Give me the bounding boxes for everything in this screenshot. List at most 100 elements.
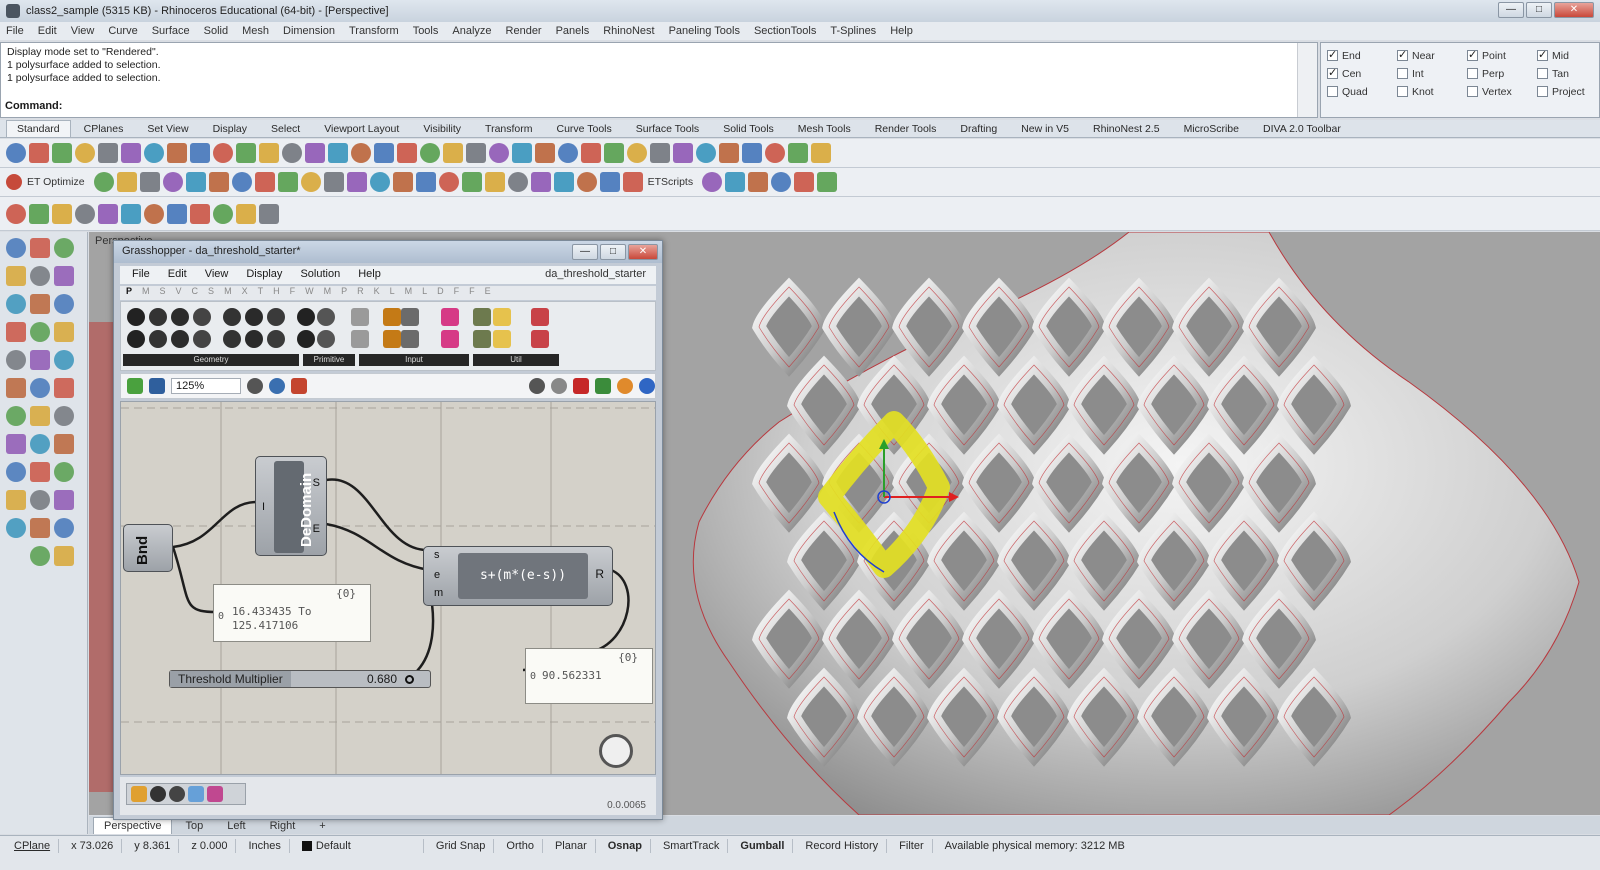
menu-analyze[interactable]: Analyze xyxy=(452,25,491,37)
left-tool-icon[interactable] xyxy=(54,238,74,258)
toolbar-tool-icon[interactable] xyxy=(29,203,49,224)
gh-dedomain-output-s[interactable]: S xyxy=(313,477,320,489)
gh-threshold-slider[interactable]: Threshold Multiplier 0.680 xyxy=(169,670,431,688)
gh-component-icon[interactable] xyxy=(297,330,315,348)
gh-category-tab[interactable]: E xyxy=(485,286,491,300)
status-cplane[interactable]: CPlane xyxy=(6,839,60,853)
toolbar-tool-icon[interactable] xyxy=(489,143,509,163)
gh-component-icon[interactable] xyxy=(149,330,167,348)
gh-category-tab[interactable]: H xyxy=(273,286,280,300)
left-tool-icon[interactable] xyxy=(6,462,26,482)
gh-bake-icon[interactable] xyxy=(595,378,611,394)
toolbar-tool-icon[interactable] xyxy=(420,143,440,163)
gh-component-icon[interactable] xyxy=(267,308,285,326)
status-filter[interactable]: Filter xyxy=(891,839,933,853)
gh-component-icon[interactable] xyxy=(317,330,335,348)
left-tool-icon[interactable] xyxy=(30,294,50,314)
left-tool-icon[interactable] xyxy=(54,490,74,510)
left-tool-icon[interactable] xyxy=(6,434,26,454)
status-record-history[interactable]: Record History xyxy=(797,839,888,853)
gh-category-tab[interactable]: D xyxy=(437,286,444,300)
menu-transform[interactable]: Transform xyxy=(349,25,399,37)
left-tool-icon[interactable] xyxy=(54,462,74,482)
menu-solid[interactable]: Solid xyxy=(204,25,228,37)
gh-widget-icon[interactable] xyxy=(207,786,223,802)
gh-expr-input-m[interactable]: m xyxy=(434,587,443,599)
osnap-int[interactable]: Int xyxy=(1397,65,1465,82)
toolbar-tool-icon[interactable] xyxy=(121,143,141,163)
gh-category-tab[interactable]: L xyxy=(390,286,395,300)
osnap-cen[interactable]: Cen xyxy=(1327,65,1395,82)
status-smarttrack[interactable]: SmartTrack xyxy=(655,839,729,853)
close-button[interactable]: ✕ xyxy=(1554,2,1594,18)
osnap-point[interactable]: Point xyxy=(1467,47,1535,64)
status-ortho[interactable]: Ortho xyxy=(498,839,543,853)
gh-panel-result[interactable]: {0} 0 90.562331 xyxy=(525,648,653,704)
tab-visibility[interactable]: Visibility xyxy=(412,120,472,137)
left-tool-icon[interactable] xyxy=(6,350,26,370)
gh-category-tab[interactable]: M xyxy=(405,286,413,300)
gh-menu-view[interactable]: View xyxy=(205,268,229,282)
gh-bnd-component[interactable]: Bnd xyxy=(123,524,173,572)
toolbar-tool-icon[interactable] xyxy=(811,143,831,163)
tab-mesh-tools[interactable]: Mesh Tools xyxy=(787,120,862,137)
left-tool-icon[interactable] xyxy=(54,322,74,342)
toolbar-tool-icon[interactable] xyxy=(558,143,578,163)
gh-component-icon[interactable] xyxy=(193,330,211,348)
gh-component-icon[interactable] xyxy=(223,308,241,326)
gh-widget-icon[interactable] xyxy=(169,786,185,802)
checkbox[interactable] xyxy=(1537,68,1548,79)
command-prompt[interactable]: Command: xyxy=(5,100,62,112)
minimize-button[interactable]: — xyxy=(1498,2,1524,18)
toolbar-tool-icon[interactable] xyxy=(162,172,183,192)
toolbar-tool-icon[interactable] xyxy=(794,172,815,192)
toolbar-tool-icon[interactable] xyxy=(259,143,279,163)
left-tool-icon[interactable] xyxy=(54,378,74,398)
toolbar-tool-icon[interactable] xyxy=(300,172,321,192)
gh-category-tab[interactable]: K xyxy=(374,286,380,300)
tab-microscribe[interactable]: MicroScribe xyxy=(1173,120,1250,137)
toolbar-tool-icon[interactable] xyxy=(208,172,229,192)
toolbar-tool-icon[interactable] xyxy=(512,143,532,163)
gh-component-icon[interactable] xyxy=(245,330,263,348)
gh-component-icon[interactable] xyxy=(171,308,189,326)
left-tool-icon[interactable] xyxy=(30,546,50,566)
left-tool-icon[interactable] xyxy=(6,322,26,342)
gh-category-tab[interactable]: M xyxy=(224,286,232,300)
tab-cplanes[interactable]: CPlanes xyxy=(73,120,135,137)
left-tool-icon[interactable] xyxy=(54,350,74,370)
gh-menu-help[interactable]: Help xyxy=(358,268,381,282)
gh-preview-wire-icon[interactable] xyxy=(529,378,545,394)
menu-panels[interactable]: Panels xyxy=(556,25,590,37)
toolbar-tool-icon[interactable] xyxy=(627,143,647,163)
toolbar-tool-icon[interactable] xyxy=(6,203,26,224)
gh-category-tab[interactable]: V xyxy=(176,286,182,300)
toolbar-tool-icon[interactable] xyxy=(98,143,118,163)
gh-component-icon[interactable] xyxy=(473,308,491,326)
menu-curve[interactable]: Curve xyxy=(108,25,137,37)
toolbar-tool-icon[interactable] xyxy=(748,172,769,192)
left-tool-icon[interactable] xyxy=(54,546,74,566)
tab-diva-toolbar[interactable]: DIVA 2.0 Toolbar xyxy=(1252,120,1352,137)
gh-save-icon[interactable] xyxy=(149,378,165,394)
grasshopper-titlebar[interactable]: Grasshopper - da_threshold_starter* — □ … xyxy=(114,241,662,263)
toolbar-tool-icon[interactable] xyxy=(323,172,344,192)
gh-category-tab[interactable]: S xyxy=(160,286,166,300)
tab-new-in-v5[interactable]: New in V5 xyxy=(1010,120,1080,137)
toolbar-tool-icon[interactable] xyxy=(254,172,275,192)
toolbar-tool-icon[interactable] xyxy=(581,143,601,163)
left-tool-icon[interactable] xyxy=(30,266,50,286)
gh-zoom-extents-icon[interactable] xyxy=(247,378,263,394)
status-layer[interactable]: Default xyxy=(294,839,424,853)
osnap-near[interactable]: Near xyxy=(1397,47,1465,64)
et-scripts-label[interactable]: ETScripts xyxy=(648,176,694,188)
gh-category-tab[interactable]: M xyxy=(324,286,332,300)
lattice-cell[interactable] xyxy=(752,277,826,377)
gh-category-tab[interactable]: T xyxy=(258,286,264,300)
gh-component-icon[interactable] xyxy=(441,330,459,348)
left-tool-icon[interactable] xyxy=(54,406,74,426)
left-tool-icon[interactable] xyxy=(30,518,50,538)
menu-sectiontools[interactable]: SectionTools xyxy=(754,25,816,37)
menu-tools[interactable]: Tools xyxy=(413,25,439,37)
gh-category-tab[interactable]: C xyxy=(192,286,199,300)
